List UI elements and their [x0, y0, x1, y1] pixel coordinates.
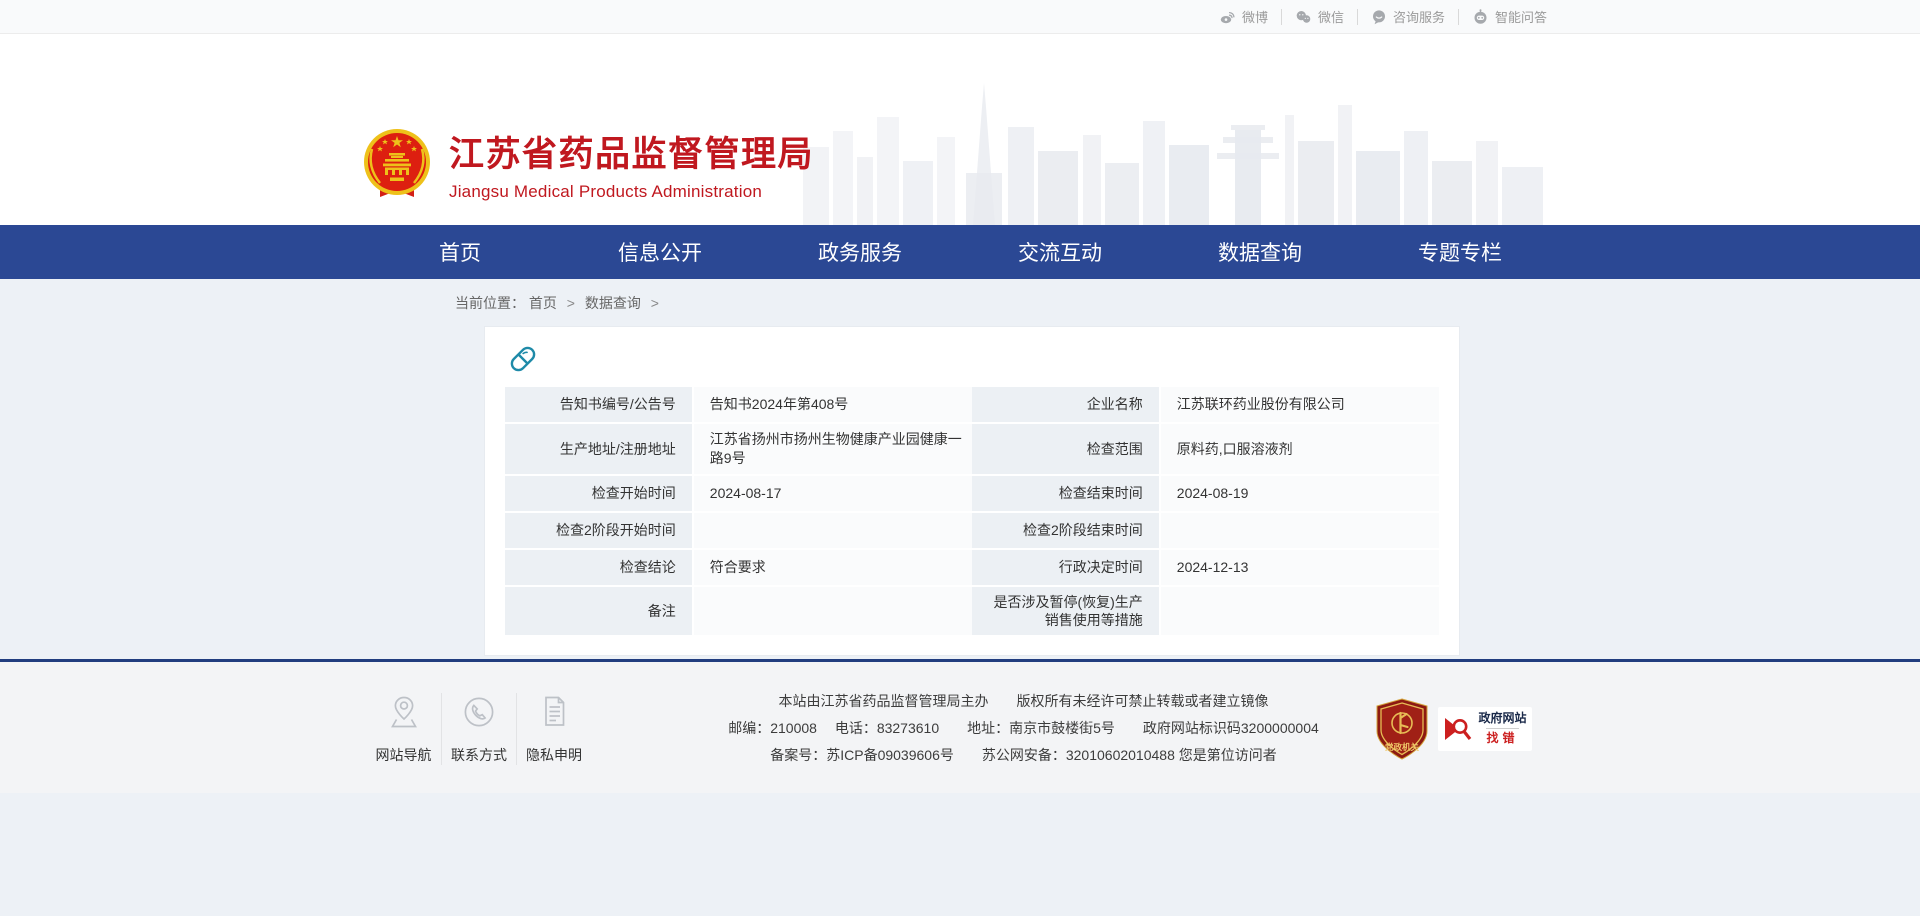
finderr-badge-subtitle: 找错	[1486, 728, 1518, 746]
footer-link-privacy[interactable]: 隐私申明	[516, 693, 591, 765]
field-label: 是否涉及暂停(恢复)生产销售使用等措施	[972, 587, 1159, 637]
field-label: 检查结论	[505, 550, 692, 587]
field-value: 告知书2024年第408号	[692, 387, 972, 424]
pill-icon	[505, 341, 541, 377]
site-header: 江苏省药品监督管理局 Jiangsu Medical Products Admi…	[0, 34, 1920, 225]
table-row: 生产地址/注册地址 江苏省扬州市扬州生物健康产业园健康一路9号 检查范围 原料药…	[505, 424, 1439, 476]
nav-item-info-disclosure[interactable]: 信息公开	[560, 225, 760, 279]
footer-badges: 党政机关 政府网站 找错	[1376, 698, 1560, 760]
map-pin-icon	[385, 693, 423, 731]
field-label: 行政决定时间	[972, 550, 1159, 587]
field-label: 检查结束时间	[972, 476, 1159, 513]
table-row: 检查开始时间 2024-08-17 检查结束时间 2024-08-19	[505, 476, 1439, 513]
gov-site-error-report-badge[interactable]: 政府网站 找错	[1438, 707, 1532, 751]
wechat-icon	[1295, 9, 1312, 25]
topbar-wechat[interactable]: 微信	[1281, 9, 1357, 25]
breadcrumb-link-data-query[interactable]: 数据查询	[585, 295, 641, 311]
footer-line-contact: 邮编：210008 电话：83273610 地址：南京市鼓楼街5号 政府网站标识…	[671, 715, 1376, 742]
field-label: 检查2阶段开始时间	[505, 513, 692, 550]
field-value: 2024-12-13	[1159, 550, 1439, 587]
main-nav: 首页 信息公开 政务服务 交流互动 数据查询 专题专栏	[0, 225, 1920, 279]
field-value: 原料药,口服溶液剂	[1159, 424, 1439, 476]
footer-link-label: 联系方式	[442, 745, 516, 765]
topbar-item-label: 咨询服务	[1393, 7, 1445, 26]
footer-info: 本站由江苏省药品监督管理局主办 版权所有未经许可禁止转载或者建立镜像 邮编：21…	[591, 688, 1376, 769]
breadcrumb-separator: >	[567, 295, 575, 311]
site-subtitle: Jiangsu Medical Products Administration	[449, 182, 814, 202]
find-error-icon	[1443, 714, 1473, 744]
topbar-item-label: 微信	[1318, 7, 1344, 26]
inspection-detail-table: 告知书编号/公告号 告知书2024年第408号 企业名称 江苏联环药业股份有限公…	[505, 387, 1439, 637]
nav-item-data-query[interactable]: 数据查询	[1160, 225, 1360, 279]
nav-item-home[interactable]: 首页	[360, 225, 560, 279]
table-row: 告知书编号/公告号 告知书2024年第408号 企业名称 江苏联环药业股份有限公…	[505, 387, 1439, 424]
site-footer: 网站导航 联系方式 隐私申明	[0, 659, 1920, 793]
topbar-item-label: 智能问答	[1495, 7, 1547, 26]
site-title: 江苏省药品监督管理局	[449, 126, 814, 177]
field-value	[1159, 513, 1439, 550]
footer-line-host: 本站由江苏省药品监督管理局主办 版权所有未经许可禁止转载或者建立镜像	[671, 688, 1376, 715]
table-row: 检查2阶段开始时间 检查2阶段结束时间	[505, 513, 1439, 550]
phone-icon	[460, 693, 498, 731]
topbar-item-label: 微博	[1242, 7, 1268, 26]
topbar-weibo[interactable]: 微博	[1206, 9, 1281, 25]
field-label: 备注	[505, 587, 692, 637]
field-value: 2024-08-19	[1159, 476, 1439, 513]
field-label: 检查2阶段结束时间	[972, 513, 1159, 550]
footer-quick-links: 网站导航 联系方式 隐私申明	[360, 693, 591, 765]
field-label: 告知书编号/公告号	[505, 387, 692, 424]
field-value: 2024-08-17	[692, 476, 972, 513]
nav-item-gov-services[interactable]: 政务服务	[760, 225, 960, 279]
nav-item-special-columns[interactable]: 专题专栏	[1360, 225, 1560, 279]
field-value	[692, 513, 972, 550]
footer-link-contact[interactable]: 联系方式	[441, 693, 516, 765]
footer-line-icp: 备案号：苏ICP备09039606号 苏公网安备：32010602010488 …	[671, 742, 1376, 769]
chat-icon	[1371, 9, 1387, 25]
field-value: 江苏省扬州市扬州生物健康产业园健康一路9号	[692, 424, 972, 476]
inspection-detail-card: 告知书编号/公告号 告知书2024年第408号 企业名称 江苏联环药业股份有限公…	[484, 326, 1460, 656]
footer-link-label: 隐私申明	[517, 745, 591, 765]
field-label: 企业名称	[972, 387, 1159, 424]
topbar-smart-qa[interactable]: 智能问答	[1458, 9, 1560, 25]
breadcrumb-prefix: 当前位置：	[455, 295, 525, 311]
field-label: 检查开始时间	[505, 476, 692, 513]
field-label: 生产地址/注册地址	[505, 424, 692, 476]
nav-item-interaction[interactable]: 交流互动	[960, 225, 1160, 279]
table-row: 备注 是否涉及暂停(恢复)生产销售使用等措施	[505, 587, 1439, 637]
city-skyline-graphic	[803, 75, 1543, 225]
robot-icon	[1472, 9, 1489, 25]
field-label: 检查范围	[972, 424, 1159, 476]
field-value	[1159, 587, 1439, 637]
field-value	[692, 587, 972, 637]
top-utility-bar: 微博 微信 咨询服务 智能问答	[0, 0, 1920, 34]
footer-link-label: 网站导航	[366, 745, 441, 765]
table-row: 检查结论 符合要求 行政决定时间 2024-12-13	[505, 550, 1439, 587]
party-gov-badge-label: 党政机关	[1385, 742, 1420, 752]
breadcrumb-link-home[interactable]: 首页	[529, 295, 557, 311]
field-value: 江苏联环药业股份有限公司	[1159, 387, 1439, 424]
finderr-badge-title: 政府网站	[1478, 711, 1526, 726]
topbar-consult-service[interactable]: 咨询服务	[1357, 9, 1458, 25]
field-value: 符合要求	[692, 550, 972, 587]
breadcrumb-separator: >	[651, 295, 659, 311]
footer-link-sitemap[interactable]: 网站导航	[366, 693, 441, 765]
party-gov-badge[interactable]: 党政机关	[1376, 698, 1428, 760]
document-icon	[535, 693, 573, 731]
site-logo[interactable]: 江苏省药品监督管理局 Jiangsu Medical Products Admi…	[360, 126, 814, 202]
weibo-icon	[1219, 9, 1236, 25]
breadcrumb: 当前位置： 首页 > 数据查询 >	[360, 279, 1560, 326]
national-emblem-icon	[360, 127, 434, 201]
